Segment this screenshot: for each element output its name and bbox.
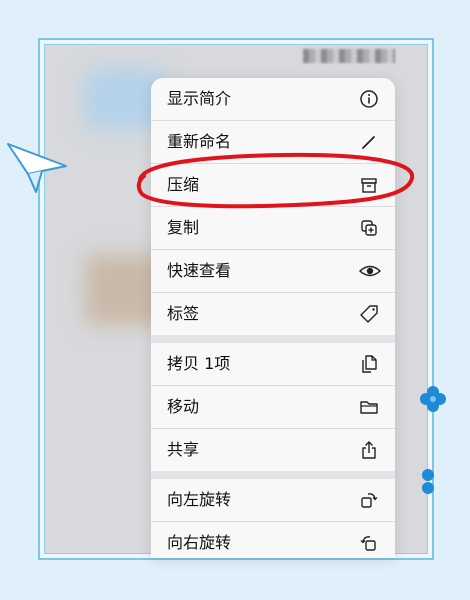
eye-icon bbox=[358, 261, 382, 281]
menu-item-label: 显示简介 bbox=[167, 89, 232, 108]
pencil-icon bbox=[359, 132, 379, 152]
menu-item-copy[interactable]: 拷贝 1项 bbox=[151, 343, 395, 385]
menu-item-label: 共享 bbox=[167, 440, 200, 459]
menu-item-label: 向右旋转 bbox=[167, 533, 232, 552]
info-icon bbox=[359, 89, 379, 109]
tag-icon bbox=[359, 304, 379, 324]
copy-doc-icon bbox=[359, 354, 379, 374]
folder-icon bbox=[359, 397, 379, 417]
paper-plane-icon bbox=[7, 143, 67, 193]
menu-item-share[interactable]: 共享 bbox=[151, 429, 395, 471]
menu-item-label: 标签 bbox=[167, 304, 200, 323]
pixelated-filename bbox=[303, 49, 395, 63]
menu-item-rotate-left[interactable]: 向左旋转 bbox=[151, 479, 395, 521]
share-icon bbox=[359, 440, 379, 460]
flower-decoration-icon bbox=[422, 469, 434, 494]
menu-item-label: 压缩 bbox=[167, 175, 200, 194]
menu-item-duplicate[interactable]: 复制 bbox=[151, 207, 395, 249]
menu-item-tags[interactable]: 标签 bbox=[151, 293, 395, 335]
menu-item-move[interactable]: 移动 bbox=[151, 386, 395, 428]
menu-item-label: 向左旋转 bbox=[167, 490, 232, 509]
menu-item-label: 拷贝 1项 bbox=[167, 354, 231, 373]
menu-item-rotate-right[interactable]: 向右旋转 bbox=[151, 522, 395, 558]
rotate-right-icon bbox=[359, 533, 379, 553]
menu-item-get-info[interactable]: 显示简介 bbox=[151, 78, 395, 120]
duplicate-icon bbox=[359, 218, 379, 238]
rotate-left-icon bbox=[359, 490, 379, 510]
menu-item-rename[interactable]: 重新命名 bbox=[151, 121, 395, 163]
menu-item-quick-look[interactable]: 快速查看 bbox=[151, 250, 395, 292]
menu-item-label: 快速查看 bbox=[167, 261, 232, 280]
menu-item-label: 复制 bbox=[167, 218, 200, 237]
menu-item-label: 重新命名 bbox=[167, 132, 232, 151]
menu-item-compress[interactable]: 压缩 bbox=[151, 164, 395, 206]
flower-decoration-icon bbox=[420, 386, 446, 412]
archive-box-icon bbox=[359, 175, 379, 195]
context-menu: 显示简介 重新命名 压缩 复制 快速查看 标签 拷贝 1项 移动 共享 向左旋转… bbox=[151, 78, 395, 558]
menu-item-label: 移动 bbox=[167, 397, 200, 416]
